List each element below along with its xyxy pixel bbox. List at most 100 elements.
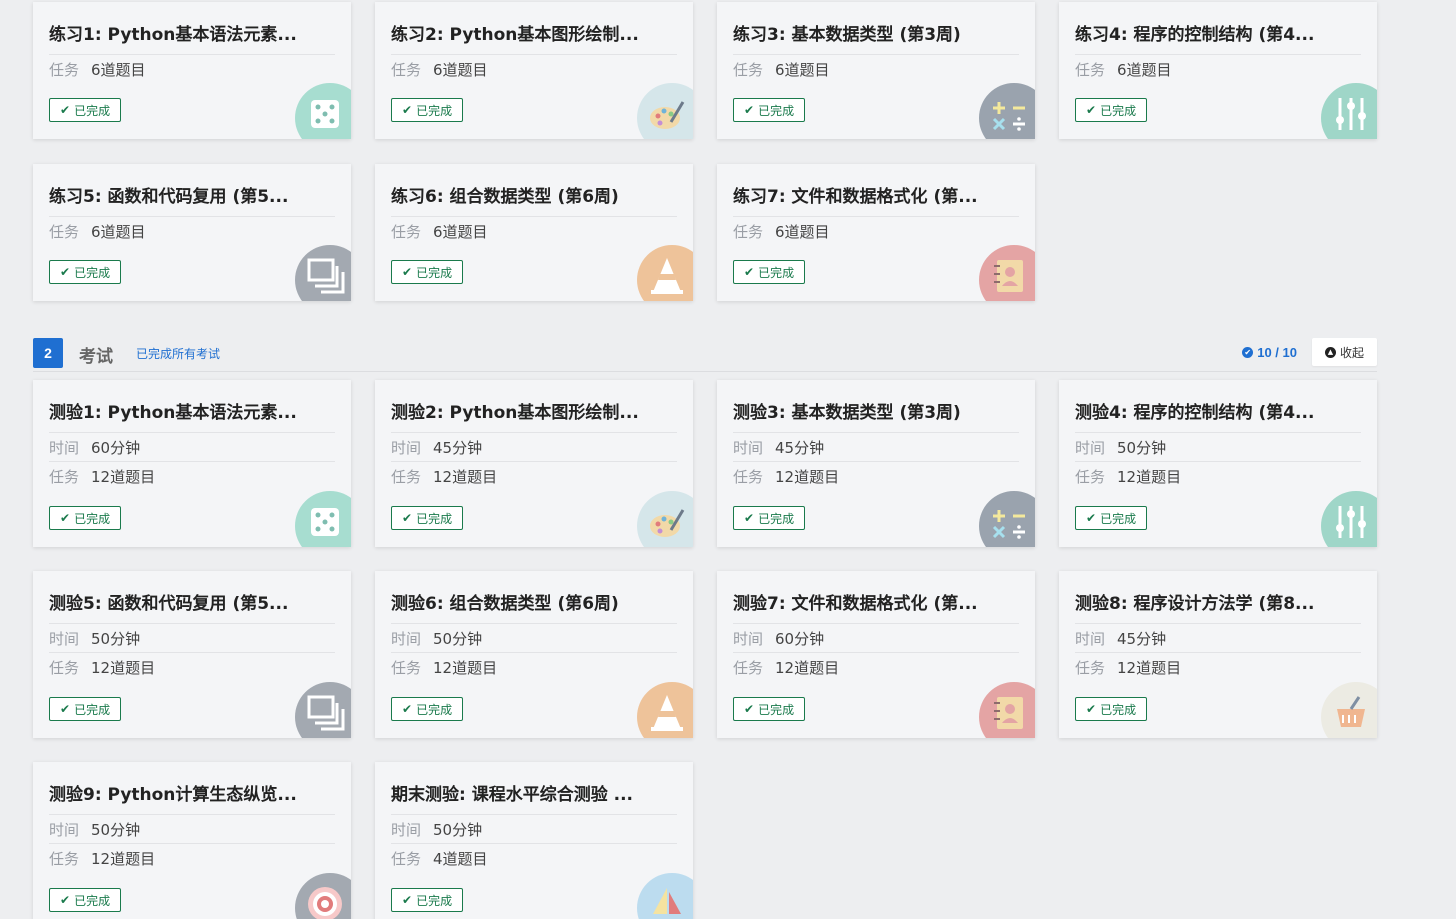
completed-label: 已完成 <box>74 893 111 908</box>
chevron-up-icon: ▲ <box>1324 346 1336 358</box>
exercise-card[interactable]: 练习2: Python基本图形绘制... 任务 6道题目 ✔ 已完成 <box>375 2 693 139</box>
exam-card[interactable]: 测验3: 基本数据类型 (第3周) 时间 45分钟 任务 12道题目 ✔ 已完成 <box>717 380 1035 547</box>
task-label: 任务 <box>733 468 764 486</box>
completed-label: 已完成 <box>758 511 795 526</box>
card-title[interactable]: 测验8: 程序设计方法学 (第8... <box>1075 589 1361 624</box>
basket-icon <box>1321 682 1377 738</box>
completed-badge: ✔ 已完成 <box>391 697 464 721</box>
card-title[interactable]: 测验6: 组合数据类型 (第6周) <box>391 589 677 624</box>
check-icon: ✔ <box>60 265 71 279</box>
completed-label: 已完成 <box>74 103 111 118</box>
completed-badge: ✔ 已完成 <box>49 888 122 912</box>
task-value: 12道题目 <box>433 659 498 677</box>
time-label: 时间 <box>1075 629 1106 648</box>
card-title[interactable]: 测验7: 文件和数据格式化 (第... <box>733 589 1019 624</box>
task-row: 任务 12道题目 <box>733 653 1019 682</box>
exercise-card[interactable]: 练习3: 基本数据类型 (第3周) 任务 6道题目 ✔ 已完成 <box>717 2 1035 139</box>
card-title[interactable]: 测验2: Python基本图形绘制... <box>391 398 677 433</box>
section-number: 2 <box>33 338 63 368</box>
copy-icon <box>295 682 351 738</box>
exam-card[interactable]: 期末测验: 课程水平综合测验 ... 时间 50分钟 任务 4道题目 ✔ 已完成 <box>375 762 693 919</box>
card-title[interactable]: 期末测验: 课程水平综合测验 ... <box>391 780 677 815</box>
task-row: 任务 12道题目 <box>49 844 335 873</box>
exercise-card[interactable]: 练习6: 组合数据类型 (第6周) 任务 6道题目 ✔ 已完成 <box>375 164 693 301</box>
card-title[interactable]: 练习2: Python基本图形绘制... <box>391 20 677 55</box>
task-value: 6道题目 <box>91 223 146 241</box>
completed-label: 已完成 <box>758 265 795 280</box>
time-value: 50分钟 <box>1117 438 1167 457</box>
time-label: 时间 <box>1075 438 1106 457</box>
course-page: 练习1: Python基本语法元素... 任务 6道题目 ✔ 已完成 练习2: Pytho… <box>0 0 1456 919</box>
task-row: 任务 12道题目 <box>49 462 335 491</box>
completed-badge: ✔ 已完成 <box>1075 506 1148 530</box>
task-label: 任务 <box>733 659 764 677</box>
card-title[interactable]: 练习6: 组合数据类型 (第6周) <box>391 182 677 217</box>
check-icon: ✔ <box>60 103 71 117</box>
completed-badge: ✔ 已完成 <box>391 98 464 122</box>
completed-label: 已完成 <box>416 103 453 118</box>
card-title[interactable]: 测验9: Python计算生态纵览... <box>49 780 335 815</box>
exam-card[interactable]: 测验5: 函数和代码复用 (第5... 时间 50分钟 任务 12道题目 ✔ 已完成 <box>33 571 351 738</box>
completed-badge: ✔ 已完成 <box>49 697 122 721</box>
time-label: 时间 <box>733 438 764 457</box>
card-title[interactable]: 练习3: 基本数据类型 (第3周) <box>733 20 1019 55</box>
completed-badge: ✔ 已完成 <box>391 506 464 530</box>
time-value: 50分钟 <box>433 629 483 648</box>
time-value: 60分钟 <box>775 629 825 648</box>
exam-card[interactable]: 测验7: 文件和数据格式化 (第... 时间 60分钟 任务 12道题目 ✔ 已完成 <box>717 571 1035 738</box>
card-title[interactable]: 测验5: 函数和代码复用 (第5... <box>49 589 335 624</box>
task-value: 12道题目 <box>91 468 156 486</box>
check-icon: ✔ <box>744 702 755 716</box>
completed-label: 已完成 <box>74 265 111 280</box>
exam-card[interactable]: 测验6: 组合数据类型 (第6周) 时间 50分钟 任务 12道题目 ✔ 已完成 <box>375 571 693 738</box>
exam-card[interactable]: 测验9: Python计算生态纵览... 时间 50分钟 任务 12道题目 ✔ 已完成 <box>33 762 351 919</box>
completed-label: 已完成 <box>74 511 111 526</box>
exam-card[interactable]: 测验1: Python基本语法元素... 时间 60分钟 任务 12道题目 ✔ 已完成 <box>33 380 351 547</box>
completed-label: 已完成 <box>416 265 453 280</box>
palette-icon <box>637 491 693 547</box>
task-value: 6道题目 <box>775 223 830 241</box>
time-row: 时间 45分钟 <box>1075 624 1361 653</box>
card-title[interactable]: 练习5: 函数和代码复用 (第5... <box>49 182 335 217</box>
completed-label: 已完成 <box>1100 511 1137 526</box>
time-row: 时间 50分钟 <box>391 815 677 844</box>
contacts-icon <box>979 245 1035 301</box>
card-title[interactable]: 测验1: Python基本语法元素... <box>49 398 335 433</box>
collapse-button[interactable]: ▲ 收起 <box>1312 338 1377 366</box>
card-title[interactable]: 测验3: 基本数据类型 (第3周) <box>733 398 1019 433</box>
check-icon: ✔ <box>1086 511 1097 525</box>
cone-icon <box>637 682 693 738</box>
task-label: 任务 <box>49 61 80 79</box>
exercise-card[interactable]: 练习7: 文件和数据格式化 (第... 任务 6道题目 ✔ 已完成 <box>717 164 1035 301</box>
card-title[interactable]: 练习7: 文件和数据格式化 (第... <box>733 182 1019 217</box>
task-row: 任务 12道题目 <box>1075 653 1361 682</box>
contacts-icon <box>979 682 1035 738</box>
card-title[interactable]: 测验4: 程序的控制结构 (第4... <box>1075 398 1361 433</box>
task-label: 任务 <box>49 468 80 486</box>
exam-count: 10 / 10 <box>1257 345 1297 360</box>
completed-badge: ✔ 已完成 <box>733 98 806 122</box>
completed-label: 已完成 <box>416 511 453 526</box>
exam-card[interactable]: 测验4: 程序的控制结构 (第4... 时间 50分钟 任务 12道题目 ✔ 已完成 <box>1059 380 1377 547</box>
task-value: 6道题目 <box>433 223 488 241</box>
dice-icon <box>295 491 351 547</box>
exam-card[interactable]: 测验8: 程序设计方法学 (第8... 时间 45分钟 任务 12道题目 ✔ 已完成 <box>1059 571 1377 738</box>
time-value: 50分钟 <box>91 629 141 648</box>
exam-card[interactable]: 测验2: Python基本图形绘制... 时间 45分钟 任务 12道题目 ✔ 已完成 <box>375 380 693 547</box>
exercise-card[interactable]: 练习5: 函数和代码复用 (第5... 任务 6道题目 ✔ 已完成 <box>33 164 351 301</box>
check-icon: ✔ <box>60 893 71 907</box>
completed-label: 已完成 <box>758 702 795 717</box>
time-value: 45分钟 <box>433 438 483 457</box>
target-icon <box>295 873 351 919</box>
dice-icon <box>295 83 351 139</box>
card-title[interactable]: 练习4: 程序的控制结构 (第4... <box>1075 20 1361 55</box>
card-title[interactable]: 练习1: Python基本语法元素... <box>49 20 335 55</box>
task-label: 任务 <box>733 223 764 241</box>
time-value: 45分钟 <box>775 438 825 457</box>
task-value: 6道题目 <box>775 61 830 79</box>
task-label: 任务 <box>1075 659 1106 677</box>
time-value: 60分钟 <box>91 438 141 457</box>
task-value: 12道题目 <box>433 468 498 486</box>
exercise-card[interactable]: 练习1: Python基本语法元素... 任务 6道题目 ✔ 已完成 <box>33 2 351 139</box>
exercise-card[interactable]: 练习4: 程序的控制结构 (第4... 任务 6道题目 ✔ 已完成 <box>1059 2 1377 139</box>
